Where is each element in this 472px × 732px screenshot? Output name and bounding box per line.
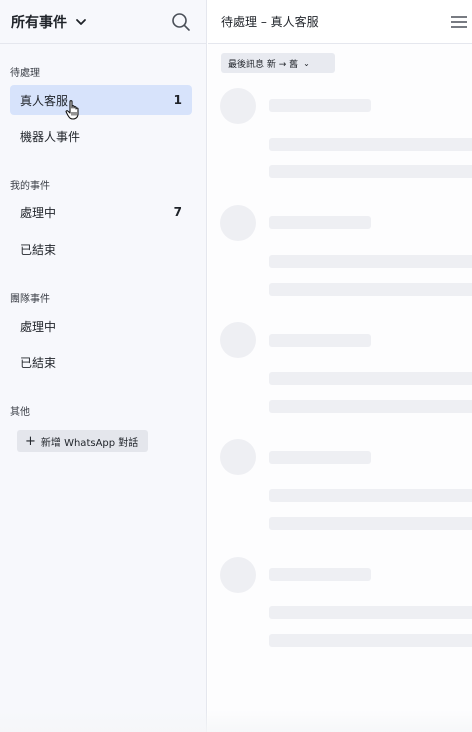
sidebar-title: 所有事件 (11, 14, 67, 31)
sort-label: 最後訊息 新 → 舊 (228, 59, 299, 70)
skeleton-avatar (220, 322, 256, 358)
skeleton-avatar (220, 439, 256, 475)
section-label-my-events: 我的事件 (10, 181, 50, 192)
skeleton-line (269, 451, 371, 464)
skeleton-avatar (220, 205, 256, 241)
section-label-other: 其他 (10, 407, 30, 418)
skeleton-line (269, 372, 472, 385)
sidebar-item-team-in-progress[interactable]: 處理中 (10, 311, 192, 341)
skeleton-line (269, 568, 371, 581)
skeleton-line (269, 99, 371, 112)
skeleton-avatar (220, 88, 256, 124)
skeleton-line (269, 165, 472, 178)
sidebar-item-bot-events[interactable]: 機器人事件 (10, 121, 192, 151)
chevron-down-icon: ⌄ (303, 58, 310, 68)
sidebar-item-my-closed[interactable]: 已結束 (10, 234, 192, 264)
chevron-down-icon (76, 18, 86, 25)
skeleton-line (269, 606, 472, 619)
count-badge: 1 (173, 93, 182, 107)
hand-cursor-icon (65, 100, 79, 120)
sidebar-item-label: 機器人事件 (20, 129, 81, 144)
hamburger-menu-icon[interactable] (450, 15, 468, 29)
skeleton-line (269, 283, 472, 296)
section-label-pending: 待處理 (10, 68, 40, 79)
sidebar-item-my-in-progress[interactable]: 處理中 7 (10, 197, 192, 227)
skeleton-line (269, 255, 472, 268)
skeleton-line (269, 216, 371, 229)
skeleton-line (269, 138, 472, 151)
sidebar: 所有事件 待處理 真人客服 1 機器人事件 我的事件 處理中 7 已結束 團隊事… (0, 0, 207, 732)
skeleton-line (269, 489, 472, 502)
plus-icon: + (25, 433, 36, 449)
sidebar-header: 所有事件 (0, 0, 206, 44)
bottom-fade (0, 710, 472, 732)
section-label-team-events: 團隊事件 (10, 294, 50, 305)
new-whatsapp-conversation-button[interactable]: + 新增 WhatsApp 對話 (17, 430, 148, 452)
page-title: 待處理 – 真人客服 (221, 15, 319, 29)
sidebar-item-label: 處理中 (20, 205, 57, 220)
count-badge: 7 (173, 205, 182, 219)
event-filter-dropdown[interactable]: 所有事件 (11, 12, 87, 32)
sidebar-item-label: 處理中 (20, 319, 57, 334)
sidebar-item-label: 真人客服 (20, 93, 69, 108)
skeleton-line (269, 334, 371, 347)
skeleton-line (269, 517, 472, 530)
sort-dropdown[interactable]: 最後訊息 新 → 舊 ⌄ (221, 53, 335, 73)
sidebar-item-team-closed[interactable]: 已結束 (10, 347, 192, 377)
sidebar-item-label: 已結束 (20, 242, 57, 257)
skeleton-avatar (220, 557, 256, 593)
main-header: 待處理 – 真人客服 (208, 0, 472, 44)
new-button-label: 新增 WhatsApp 對話 (40, 437, 139, 449)
conversation-list-panel: 待處理 – 真人客服 最後訊息 新 → 舊 ⌄ (208, 0, 472, 732)
skeleton-line (269, 634, 472, 647)
sidebar-item-human-agent[interactable]: 真人客服 1 (10, 85, 192, 115)
skeleton-line (269, 400, 472, 413)
search-icon[interactable] (171, 12, 191, 32)
sidebar-item-label: 已結束 (20, 355, 57, 370)
